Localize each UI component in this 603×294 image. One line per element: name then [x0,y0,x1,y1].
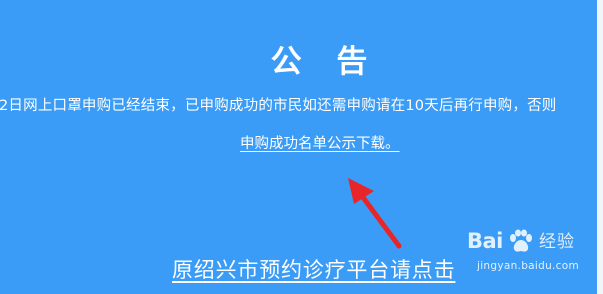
watermark-url: jingyan.baidu.com [477,260,579,272]
watermark-logo-text: Bai [467,229,503,253]
baidu-paw-icon [510,229,532,252]
clinic-platform-link[interactable]: 原绍兴市预约诊疗平台请点击 [172,254,455,286]
baidu-jingyan-watermark: Bai 经验 jingyan.baidu.com [467,228,587,278]
watermark-suffix: 经验 [539,232,575,252]
notice-panel: 公 告 2日网上口罩申购已经结束，已申购成功的市民如还需申购请在10天后再行申购… [0,0,603,294]
